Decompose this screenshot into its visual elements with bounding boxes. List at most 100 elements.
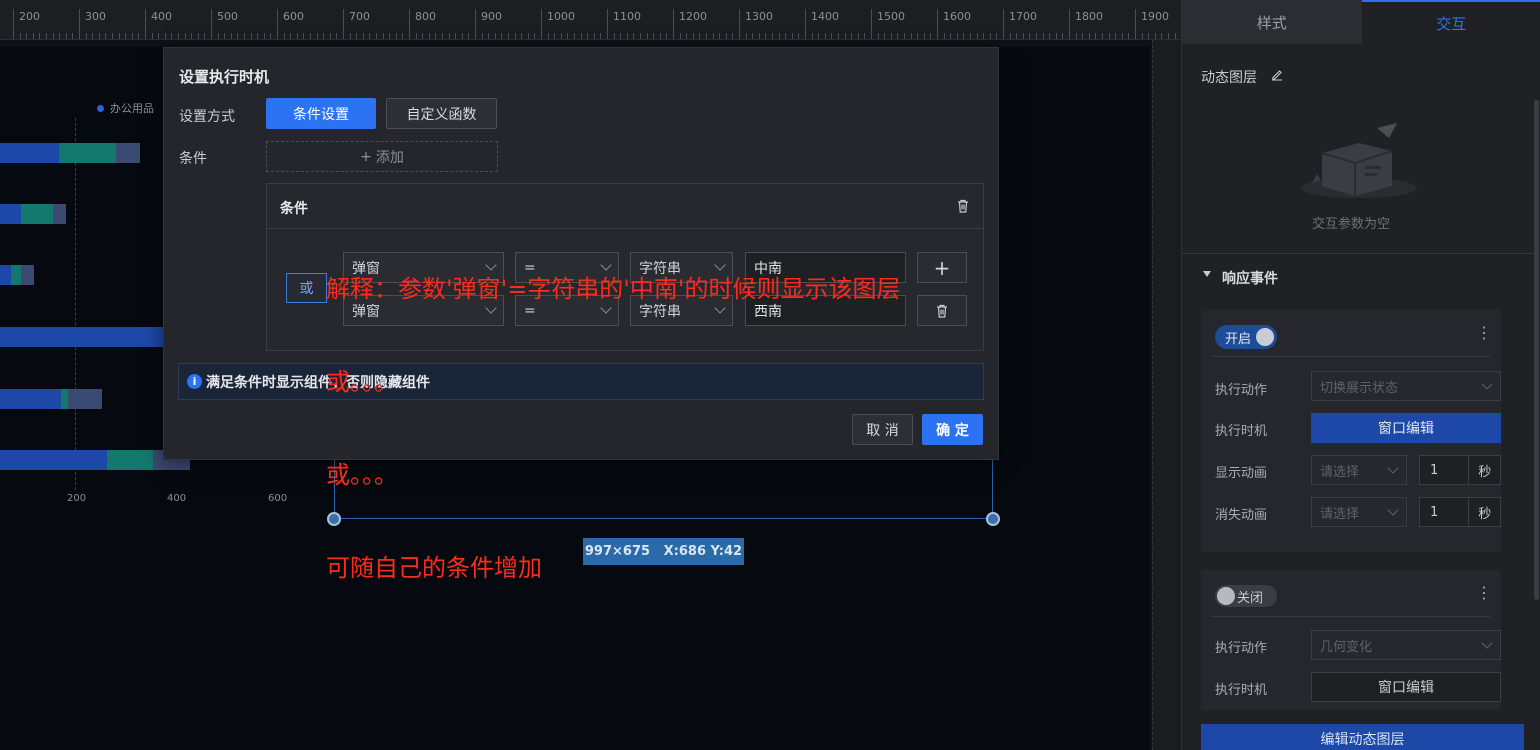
divider xyxy=(1211,616,1491,617)
toggle-knob xyxy=(1217,587,1235,605)
show-anim-duration[interactable]: 1 秒 xyxy=(1419,455,1501,485)
more-icon[interactable]: ⋮ xyxy=(1476,583,1492,602)
window-edit-button[interactable]: 窗口编辑 xyxy=(1311,413,1501,443)
section-title[interactable]: 响应事件 xyxy=(1222,268,1278,288)
ruler-tick-mark xyxy=(442,33,443,39)
panel-scrollbar[interactable] xyxy=(1534,100,1539,600)
bar-segment xyxy=(0,327,163,347)
ruler-tick-mark xyxy=(283,33,285,39)
resize-handle[interactable] xyxy=(986,512,1000,526)
ruler-tick-mark xyxy=(620,33,622,39)
ruler-tick-label: 500 xyxy=(217,10,238,23)
tab-style[interactable]: 样式 xyxy=(1182,0,1362,44)
edit-icon[interactable] xyxy=(1270,68,1284,82)
ruler-tick-mark xyxy=(996,33,998,39)
add-row-button[interactable]: + xyxy=(917,252,967,283)
trash-icon[interactable] xyxy=(955,198,971,214)
duration-unit: 秒 xyxy=(1478,506,1492,522)
ruler-tick-mark xyxy=(758,33,760,39)
enable-toggle[interactable]: 关闭 xyxy=(1215,585,1277,607)
bar-segment xyxy=(61,389,68,409)
ruler-tick-mark xyxy=(725,33,727,39)
ruler-tick-label: 1100 xyxy=(613,10,641,23)
action-select[interactable]: 切换展示状态 xyxy=(1311,371,1501,401)
chevron-down-icon xyxy=(1387,504,1399,516)
bar-segment xyxy=(21,265,34,285)
ruler-tick-mark xyxy=(686,33,688,39)
ruler-tick-mark xyxy=(1148,33,1150,39)
show-anim-placeholder: 请选择 xyxy=(1320,464,1360,480)
action-select[interactable]: 几何变化 xyxy=(1311,630,1501,660)
bar-segment xyxy=(0,450,107,470)
ruler-tick-mark xyxy=(706,33,707,39)
ruler-tick-mark xyxy=(871,9,872,39)
ruler-tick-mark xyxy=(409,9,410,39)
ruler-tick-mark xyxy=(263,33,265,39)
ruler-tick-mark xyxy=(39,33,41,39)
ruler-tick-mark xyxy=(72,33,74,39)
delete-row-button[interactable] xyxy=(917,295,967,326)
ruler-tick-mark xyxy=(547,33,549,39)
ruler-tick-mark xyxy=(574,33,575,39)
caret-down-icon[interactable] xyxy=(1203,271,1211,277)
ok-button[interactable]: 确 定 xyxy=(922,414,983,445)
trash-icon xyxy=(937,304,947,318)
enable-toggle[interactable]: 开启 xyxy=(1215,325,1277,349)
divider xyxy=(1211,356,1491,357)
tab-interaction[interactable]: 交互 xyxy=(1361,0,1540,44)
window-edit-button[interactable]: 窗口编辑 xyxy=(1311,672,1501,702)
ruler-tick-mark xyxy=(541,9,542,39)
ruler-tick-mark xyxy=(224,33,226,39)
bar-segment xyxy=(0,265,11,285)
edit-dynamic-layer-button[interactable]: 编辑动态图层 xyxy=(1201,724,1524,750)
ruler-tick-mark xyxy=(323,33,325,39)
ruler-tick-mark xyxy=(1055,33,1057,39)
ruler-tick-mark xyxy=(217,33,219,39)
ruler-tick-mark xyxy=(382,33,384,39)
ruler-tick-mark xyxy=(732,33,734,39)
canvas-vertical-scrollbar[interactable] xyxy=(1152,40,1181,750)
ruler-tick-mark xyxy=(626,33,628,39)
condition-label: 条件 xyxy=(179,151,207,167)
ruler-tick-mark xyxy=(772,33,773,39)
annotation-text: 解释：参数'弹窗'=字符串的'中南'的时候则显示该图层 或。。。 或。。。 可随… xyxy=(326,212,901,646)
ruler-tick-mark xyxy=(1161,33,1163,39)
ruler-tick-mark xyxy=(65,33,67,39)
ruler-tick-mark xyxy=(765,33,767,39)
ruler-tick-mark xyxy=(673,9,674,39)
ruler-tick-mark xyxy=(85,33,87,39)
editor-root: 200 300 400 500 600 700 800 900 1000 1100 1200 1300… xyxy=(0,0,1540,750)
ruler-tick-mark xyxy=(567,33,569,39)
action-select-value: 切换展示状态 xyxy=(1320,380,1399,396)
or-connector[interactable]: 或 xyxy=(286,273,327,303)
ruler-tick-label: 1400 xyxy=(811,10,839,23)
condition-mode-button[interactable]: 条件设置 xyxy=(266,98,376,129)
ruler-tick-mark xyxy=(415,33,417,39)
ruler-tick-mark xyxy=(211,9,212,39)
hide-anim-duration[interactable]: 1 秒 xyxy=(1419,497,1501,527)
add-condition-button[interactable]: + 添加 xyxy=(266,141,498,172)
ruler-tick-mark xyxy=(1095,33,1097,39)
ruler-tick-mark xyxy=(956,33,958,39)
ruler-tick-mark xyxy=(699,33,701,39)
ruler-tick-mark xyxy=(917,33,919,39)
ruler-tick-mark xyxy=(719,33,721,39)
ruler-tick-mark xyxy=(389,33,391,39)
action-label: 执行动作 xyxy=(1215,383,1268,398)
custom-function-button[interactable]: 自定义函数 xyxy=(386,98,497,129)
ruler-tick-mark xyxy=(475,9,476,39)
hide-anim-select[interactable]: 请选择 xyxy=(1311,497,1407,527)
ruler-tick-mark xyxy=(296,33,298,39)
more-icon[interactable]: ⋮ xyxy=(1476,323,1492,342)
show-anim-select[interactable]: 请选择 xyxy=(1311,455,1407,485)
ruler-tick-mark xyxy=(488,33,490,39)
ruler-tick-mark xyxy=(290,33,292,39)
ruler-tick-mark xyxy=(349,33,351,39)
ruler-tick-label: 800 xyxy=(415,10,436,23)
ruler-tick-mark xyxy=(1115,33,1117,39)
ruler-tick-mark xyxy=(970,33,971,39)
timing-label: 执行时机 xyxy=(1215,424,1268,439)
ruler-tick-mark xyxy=(105,33,107,39)
dynamic-layer-label: 动态图层 xyxy=(1201,70,1257,86)
bar-segment xyxy=(0,389,61,409)
